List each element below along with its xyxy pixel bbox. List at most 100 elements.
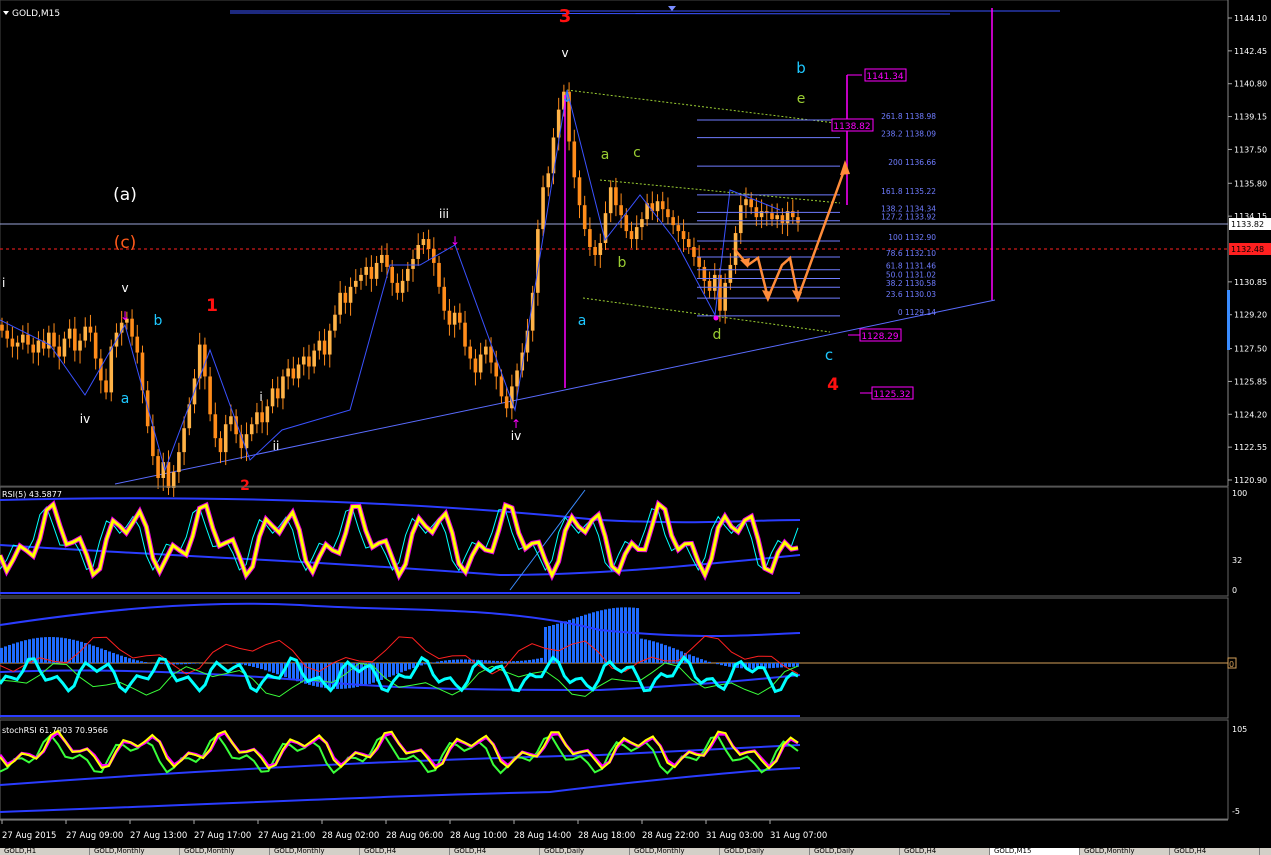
histogram-bar xyxy=(544,626,547,663)
price-tick-label: 1124.20 xyxy=(1234,410,1267,419)
candle-body xyxy=(640,219,644,228)
candle-body xyxy=(660,201,665,210)
histogram-bar xyxy=(144,662,147,663)
chart-tab[interactable]: GOLD,H4 xyxy=(900,848,990,855)
price-scale-scroll-marker[interactable] xyxy=(1227,290,1230,350)
histogram-bar xyxy=(12,643,15,663)
wave-label-i: i xyxy=(259,390,262,404)
histogram-bar xyxy=(76,640,79,663)
histogram-bar xyxy=(388,663,391,677)
candle-body xyxy=(421,239,426,246)
histogram-bar xyxy=(692,656,695,663)
candle-body xyxy=(0,324,4,331)
histogram-bar xyxy=(140,661,143,663)
candle-body xyxy=(353,280,358,287)
candle-body xyxy=(458,312,462,323)
histogram-bar xyxy=(176,663,179,665)
histogram-bar xyxy=(768,663,771,669)
histogram-bar xyxy=(400,663,403,673)
histogram-bar xyxy=(656,642,659,663)
histogram-bar xyxy=(48,637,51,663)
candle-body xyxy=(733,233,738,265)
histogram-bar xyxy=(276,663,279,675)
histogram-bar xyxy=(620,607,623,663)
histogram-bar xyxy=(56,637,59,663)
histogram-bar xyxy=(80,641,83,663)
histogram-bar xyxy=(40,637,43,663)
rsi-scale-32: 32 xyxy=(1232,556,1242,565)
histogram-bar xyxy=(124,656,127,663)
time-tick-label: 27 Aug 21:00 xyxy=(258,831,315,841)
candle-body xyxy=(770,213,774,220)
candle-body xyxy=(796,217,800,223)
candle-body xyxy=(218,438,223,453)
candle-body xyxy=(10,338,15,347)
histogram-bar xyxy=(184,663,187,665)
candle-body xyxy=(359,274,363,281)
histogram-bar xyxy=(412,663,415,668)
histogram-bar xyxy=(484,660,487,663)
time-tick-label: 27 Aug 17:00 xyxy=(194,831,251,841)
histogram-bar xyxy=(128,658,131,663)
price-tick-label: 1139.15 xyxy=(1234,113,1267,122)
trading-chart[interactable]: GOLD,M15 261.8 1138.98238.2 1138.09200 1… xyxy=(0,0,1271,855)
target-box-label: 1141.34 xyxy=(866,72,903,82)
histogram-bar xyxy=(420,663,423,666)
histogram-bar xyxy=(60,637,63,663)
wave-label-i: i xyxy=(2,276,5,290)
histogram-bar xyxy=(652,641,655,663)
histogram-bar xyxy=(564,621,567,663)
candle-body xyxy=(104,380,108,393)
candle-body xyxy=(676,225,681,232)
chart-tab[interactable]: GOLD,M15 xyxy=(990,848,1080,855)
candle-body xyxy=(317,340,322,351)
fib-level-label: 200 1136.66 xyxy=(888,158,936,167)
candle-body xyxy=(494,362,499,377)
chart-tab[interactable]: GOLD,Daily xyxy=(540,848,630,855)
candle-body xyxy=(437,262,441,287)
histogram-bar xyxy=(640,638,643,663)
histogram-bar xyxy=(16,642,19,663)
histogram-bar xyxy=(360,663,363,687)
histogram-bar xyxy=(608,608,611,663)
wave-label-iv: iv xyxy=(80,412,90,426)
candle-body xyxy=(416,245,421,259)
histogram-bar xyxy=(448,660,451,663)
chart-tab[interactable]: GOLD,Daily xyxy=(720,848,810,855)
histogram-bar xyxy=(632,607,635,663)
wave-label-iv: iv xyxy=(511,429,521,443)
candle-body xyxy=(666,209,670,218)
candle-body xyxy=(364,266,368,275)
wave-label-a: a xyxy=(601,147,610,163)
chart-tab[interactable]: GOLD,H4 xyxy=(360,848,450,855)
candle-body xyxy=(780,215,785,224)
candle-body xyxy=(593,247,597,255)
candle-body xyxy=(619,205,623,216)
candle-body xyxy=(265,406,270,423)
candle-body xyxy=(624,215,629,232)
histogram-bar xyxy=(392,663,395,676)
fib-level-label: 127.2 1133.92 xyxy=(881,213,936,222)
chart-tab[interactable]: GOLD,Monthly xyxy=(1080,848,1170,855)
candle-body xyxy=(712,274,717,291)
chart-tab[interactable]: GOLD,H1 xyxy=(0,848,90,855)
wave-label-b: b xyxy=(154,313,163,329)
chart-tab[interactable]: GOLD,Monthly xyxy=(180,848,270,855)
down-arrow-icon: ↓ xyxy=(450,234,460,248)
chart-tab[interactable]: GOLD,Monthly xyxy=(630,848,720,855)
candle-body xyxy=(291,368,296,379)
candle-body xyxy=(213,414,218,439)
chart-tab[interactable]: GOLD,H4 xyxy=(450,848,540,855)
chart-tab[interactable]: GOLD,Monthly xyxy=(90,848,180,855)
fib-level-label: 61.8 1131.46 xyxy=(886,262,936,271)
chart-tab[interactable]: GOLD,Monthly xyxy=(270,848,360,855)
chart-tab[interactable]: GOLD,H4 xyxy=(1170,848,1260,855)
candle-body xyxy=(728,264,733,283)
histogram-bar xyxy=(548,626,551,663)
histogram-bar xyxy=(268,663,271,672)
candle-body xyxy=(442,286,447,311)
chart-tab[interactable]: GOLD,Daily xyxy=(810,848,900,855)
chart-tab-bar[interactable]: GOLD,H1 GOLD,Monthly GOLD,Monthly GOLD,Mont… xyxy=(0,848,1271,855)
candle-body xyxy=(447,310,452,325)
histogram-bar xyxy=(408,663,411,670)
